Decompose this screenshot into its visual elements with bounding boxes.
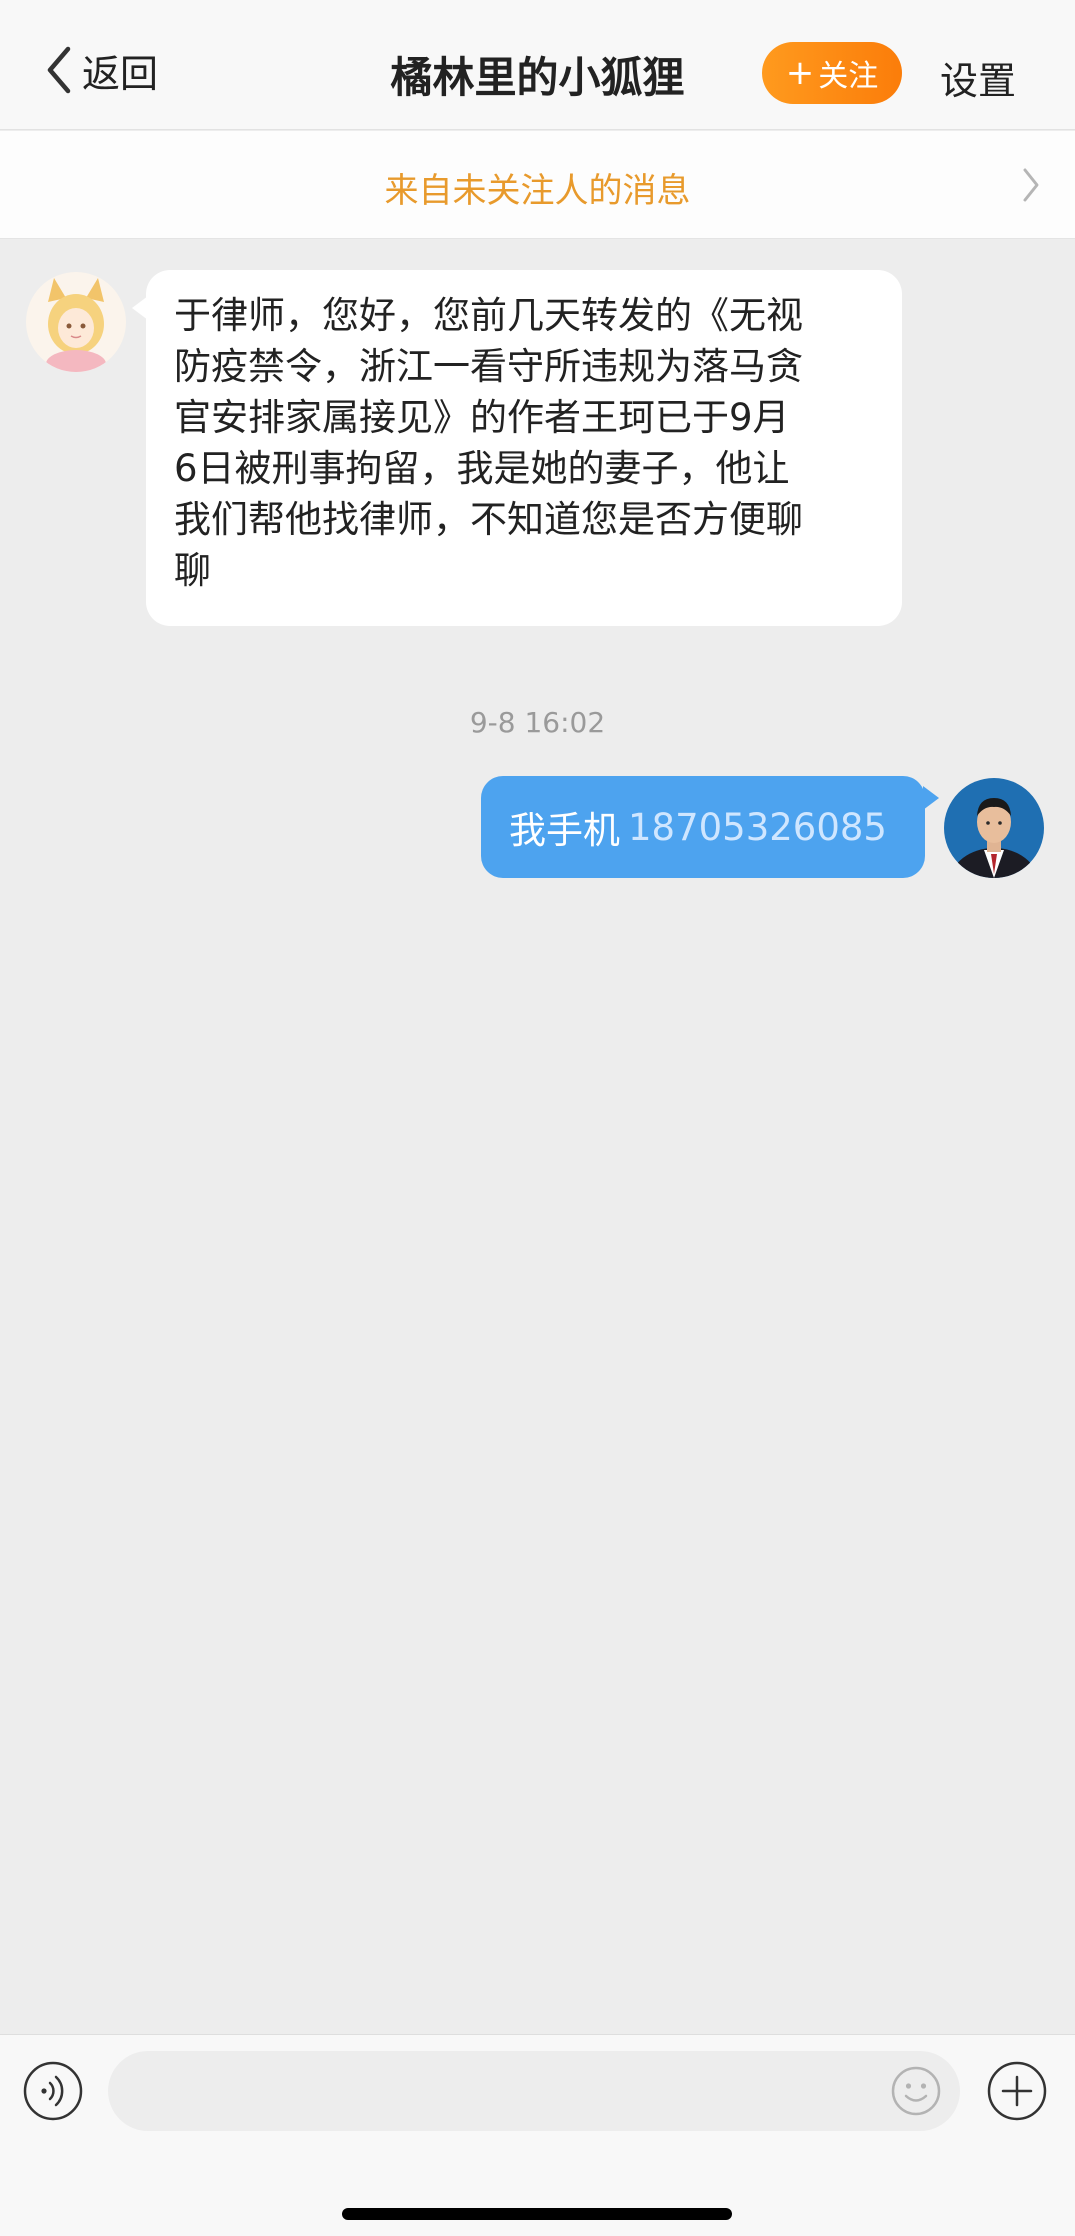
message-timestamp: 9-8 16:02 xyxy=(469,706,606,739)
message-input[interactable] xyxy=(108,2051,960,2131)
message-line: 6日被刑事拘留，我是她的妻子，他让 xyxy=(174,447,790,490)
banner-text: 来自未关注人的消息 xyxy=(384,171,691,211)
incoming-message-bubble[interactable]: 于律师，您好，您前几天转发的《无视 防疫禁令，浙江一看守所违规为落马贪 官安排家… xyxy=(132,270,902,626)
back-button[interactable]: 返回 xyxy=(44,40,158,100)
settings-button[interactable]: 设置 xyxy=(940,50,1016,105)
plus-icon[interactable] xyxy=(986,2060,1048,2122)
man-portrait-avatar-icon xyxy=(944,778,1044,878)
message-prefix: 我手机 xyxy=(509,809,620,852)
message-line: 聊 xyxy=(174,549,211,592)
message-line: 官安排家属接见》的作者王珂已于9月 xyxy=(174,396,790,439)
chevron-left-icon xyxy=(47,46,71,94)
chevron-right-icon xyxy=(1023,168,1039,202)
unfollowed-messages-banner[interactable]: 来自未关注人的消息 xyxy=(0,131,1075,239)
follow-button[interactable]: + 关注 xyxy=(762,42,902,104)
plus-icon: + xyxy=(785,53,815,93)
voice-icon[interactable] xyxy=(22,2060,84,2122)
follow-label: 关注 xyxy=(818,59,879,94)
my-avatar[interactable] xyxy=(944,778,1044,878)
sender-avatar[interactable] xyxy=(26,272,126,372)
page-title: 橘林里的小狐狸 xyxy=(390,53,685,102)
back-label: 返回 xyxy=(82,51,159,96)
nav-bar: 返回 橘林里的小狐狸 + 关注 设置 xyxy=(0,0,1075,130)
input-bar xyxy=(0,2034,1075,2236)
emoji-icon[interactable] xyxy=(890,2065,942,2117)
home-indicator xyxy=(342,2208,732,2220)
message-line: 防疫禁令，浙江一看守所违规为落马贪 xyxy=(174,345,803,388)
fox-girl-avatar-icon xyxy=(26,272,126,372)
message-line: 我们帮他找律师，不知道您是否方便聊 xyxy=(174,498,803,541)
outgoing-message-bubble[interactable]: 我手机 18705326085 xyxy=(481,776,939,878)
phone-number-link[interactable]: 18705326085 xyxy=(628,806,887,849)
message-line: 于律师，您好，您前几天转发的《无视 xyxy=(174,294,803,337)
